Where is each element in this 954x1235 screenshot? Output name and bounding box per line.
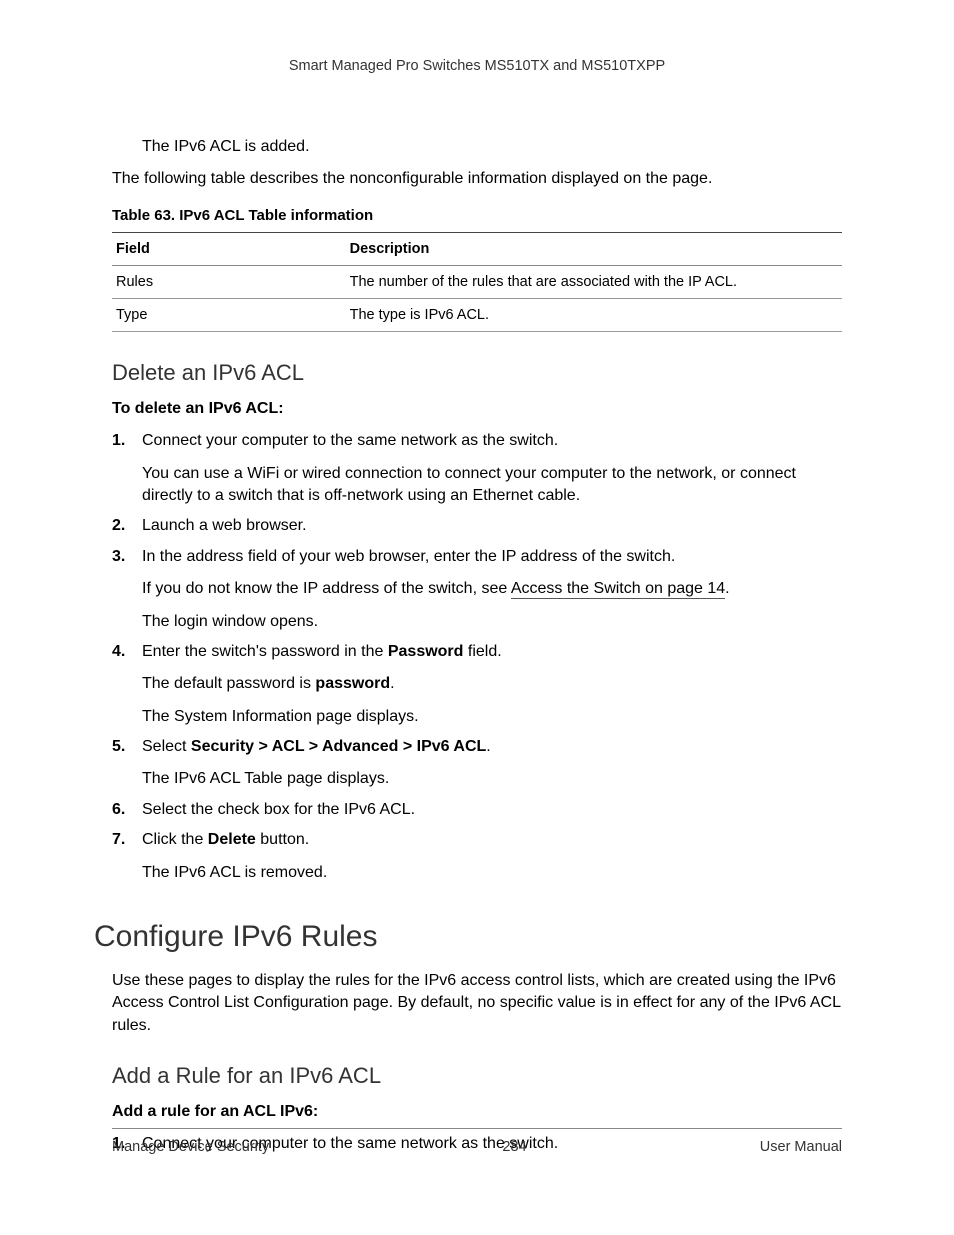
footer-page-number: 284	[502, 1139, 526, 1155]
page-header-title: Smart Managed Pro Switches MS510TX and M…	[112, 58, 842, 74]
step-text: In the address field of your web browser…	[142, 548, 675, 565]
footer-left: Manage Device Security	[112, 1139, 269, 1155]
step-text-post: field.	[463, 643, 501, 660]
table-cell-field: Type	[112, 299, 346, 332]
table-head-desc: Description	[346, 233, 842, 266]
intro-added: The IPv6 ACL is added.	[142, 136, 842, 158]
delete-steps-list: Connect your computer to the same networ…	[112, 430, 842, 884]
add-rule-heading: Add a Rule for an IPv6 ACL	[112, 1063, 842, 1089]
table-row: Rules The number of the rules that are a…	[112, 266, 842, 299]
step-sub: The IPv6 ACL Table page displays.	[142, 768, 842, 790]
step-7: Click the Delete button. The IPv6 ACL is…	[112, 829, 842, 884]
step-text: Connect your computer to the same networ…	[142, 432, 558, 449]
table-head-field: Field	[112, 233, 346, 266]
step-2: Launch a web browser.	[112, 515, 842, 537]
step-sub-bold: password	[315, 675, 390, 692]
step-5: Select Security > ACL > Advanced > IPv6 …	[112, 736, 842, 791]
step-text-bold: Password	[388, 643, 464, 660]
footer-right: User Manual	[760, 1139, 842, 1155]
step-text-post: .	[486, 738, 490, 755]
table-cell-field: Rules	[112, 266, 346, 299]
step-text-pre: Enter the switch's password in the	[142, 643, 388, 660]
step-sub: You can use a WiFi or wired connection t…	[142, 463, 842, 508]
add-rule-lead: Add a rule for an ACL IPv6:	[112, 1103, 842, 1121]
step-sub-pre: The default password is	[142, 675, 315, 692]
delete-heading: Delete an IPv6 ACL	[112, 360, 842, 386]
intro-table-desc: The following table describes the noncon…	[112, 168, 842, 190]
step-sub: If you do not know the IP address of the…	[142, 578, 842, 600]
step-1: Connect your computer to the same networ…	[112, 430, 842, 507]
step-text-bold: Security > ACL > Advanced > IPv6 ACL	[191, 738, 486, 755]
step-text-bold: Delete	[208, 831, 256, 848]
step-text-post: button.	[256, 831, 309, 848]
delete-lead: To delete an IPv6 ACL:	[112, 400, 842, 418]
configure-heading: Configure IPv6 Rules	[94, 920, 842, 954]
step-sub2: The System Information page displays.	[142, 706, 842, 728]
step-sub: The IPv6 ACL is removed.	[142, 862, 842, 884]
configure-intro: Use these pages to display the rules for…	[112, 970, 842, 1037]
step-sub: The default password is password.	[142, 673, 842, 695]
table-caption: Table 63. IPv6 ACL Table information	[112, 207, 842, 224]
step-6: Select the check box for the IPv6 ACL.	[112, 799, 842, 821]
table-cell-desc: The type is IPv6 ACL.	[346, 299, 842, 332]
table-cell-desc: The number of the rules that are associa…	[346, 266, 842, 299]
page-footer: Manage Device Security 284 User Manual	[112, 1128, 842, 1155]
step-text-pre: Select	[142, 738, 191, 755]
step-4: Enter the switch's password in the Passw…	[112, 641, 842, 728]
step-sub2: The login window opens.	[142, 611, 842, 633]
step-text: Launch a web browser.	[142, 517, 307, 534]
table-row: Type The type is IPv6 ACL.	[112, 299, 842, 332]
ipv6-acl-table: Field Description Rules The number of th…	[112, 232, 842, 332]
step-sub-pre: If you do not know the IP address of the…	[142, 580, 511, 597]
xref-link[interactable]: Access the Switch on page 14	[511, 580, 725, 599]
step-text: Select the check box for the IPv6 ACL.	[142, 801, 415, 818]
step-text-pre: Click the	[142, 831, 208, 848]
step-sub-post: .	[725, 580, 729, 597]
step-sub-post: .	[390, 675, 394, 692]
step-3: In the address field of your web browser…	[112, 546, 842, 633]
